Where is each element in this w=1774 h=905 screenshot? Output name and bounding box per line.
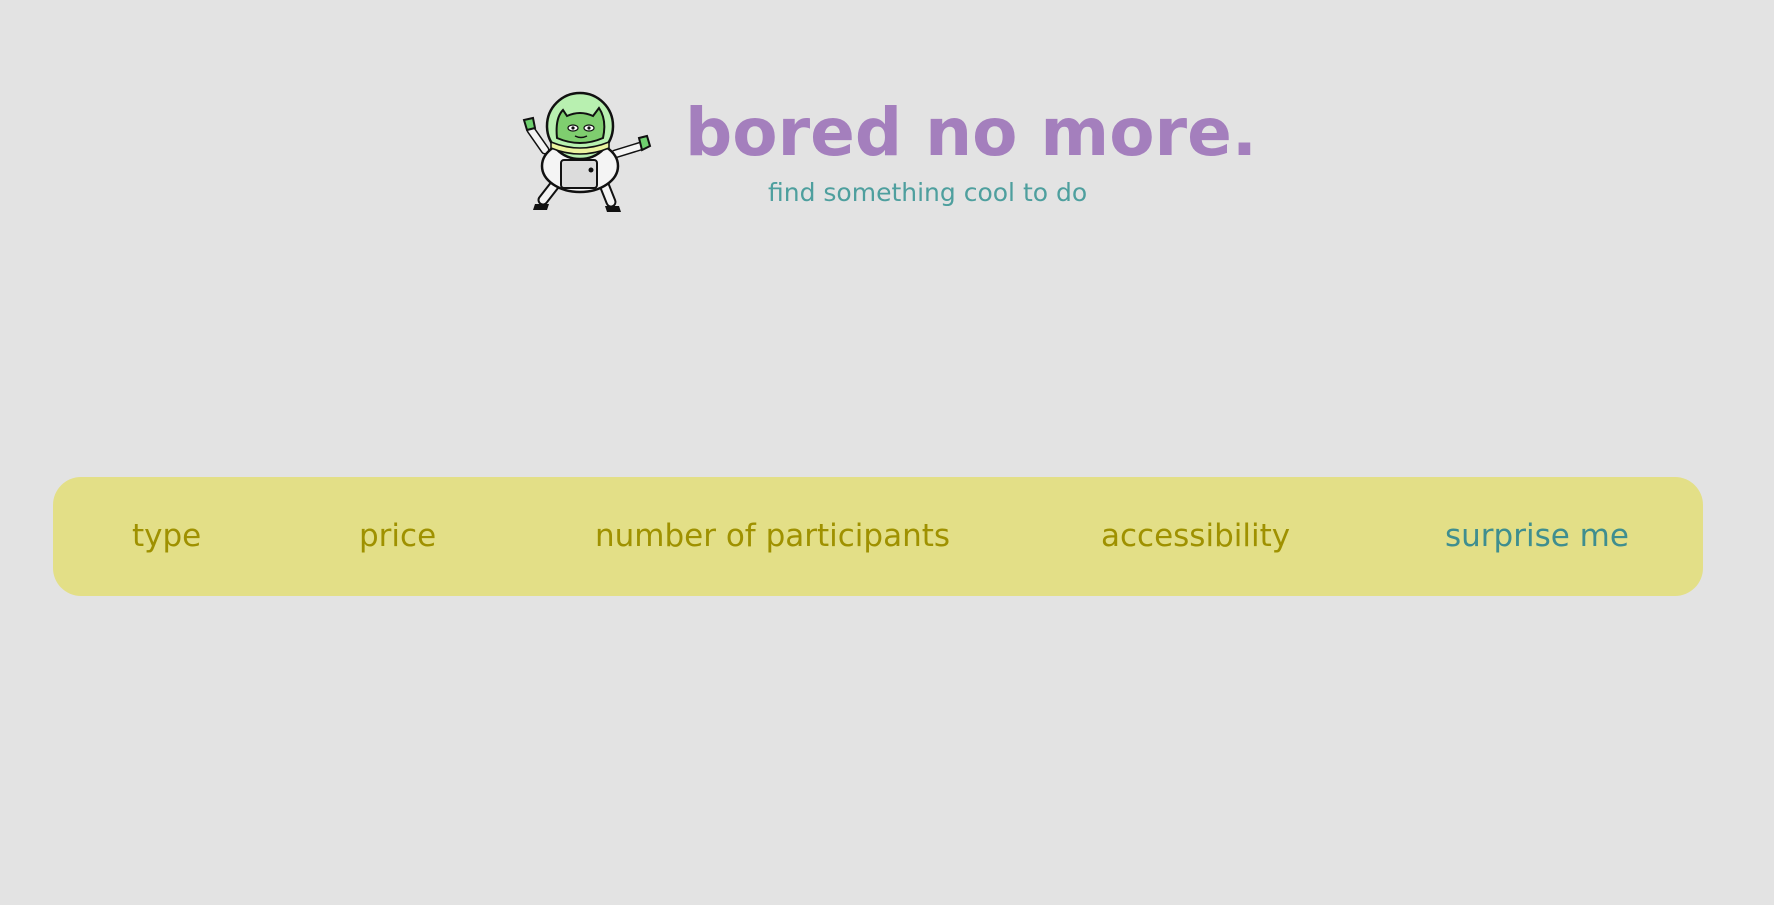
nav-item-type[interactable]: type bbox=[132, 477, 201, 596]
filter-nav-bar: type price number of participants access… bbox=[53, 477, 1703, 596]
nav-item-accessibility[interactable]: accessibility bbox=[1101, 477, 1290, 596]
page-title: bored no more. bbox=[685, 94, 1257, 171]
page-subtitle: find something cool to do bbox=[768, 178, 1088, 207]
nav-item-surprise-me[interactable]: surprise me bbox=[1445, 477, 1629, 596]
nav-item-price[interactable]: price bbox=[359, 477, 436, 596]
header: bored no more. find something cool to do bbox=[0, 0, 1774, 240]
nav-item-number-of-participants[interactable]: number of participants bbox=[595, 477, 950, 596]
astronaut-cat-icon bbox=[522, 91, 652, 212]
